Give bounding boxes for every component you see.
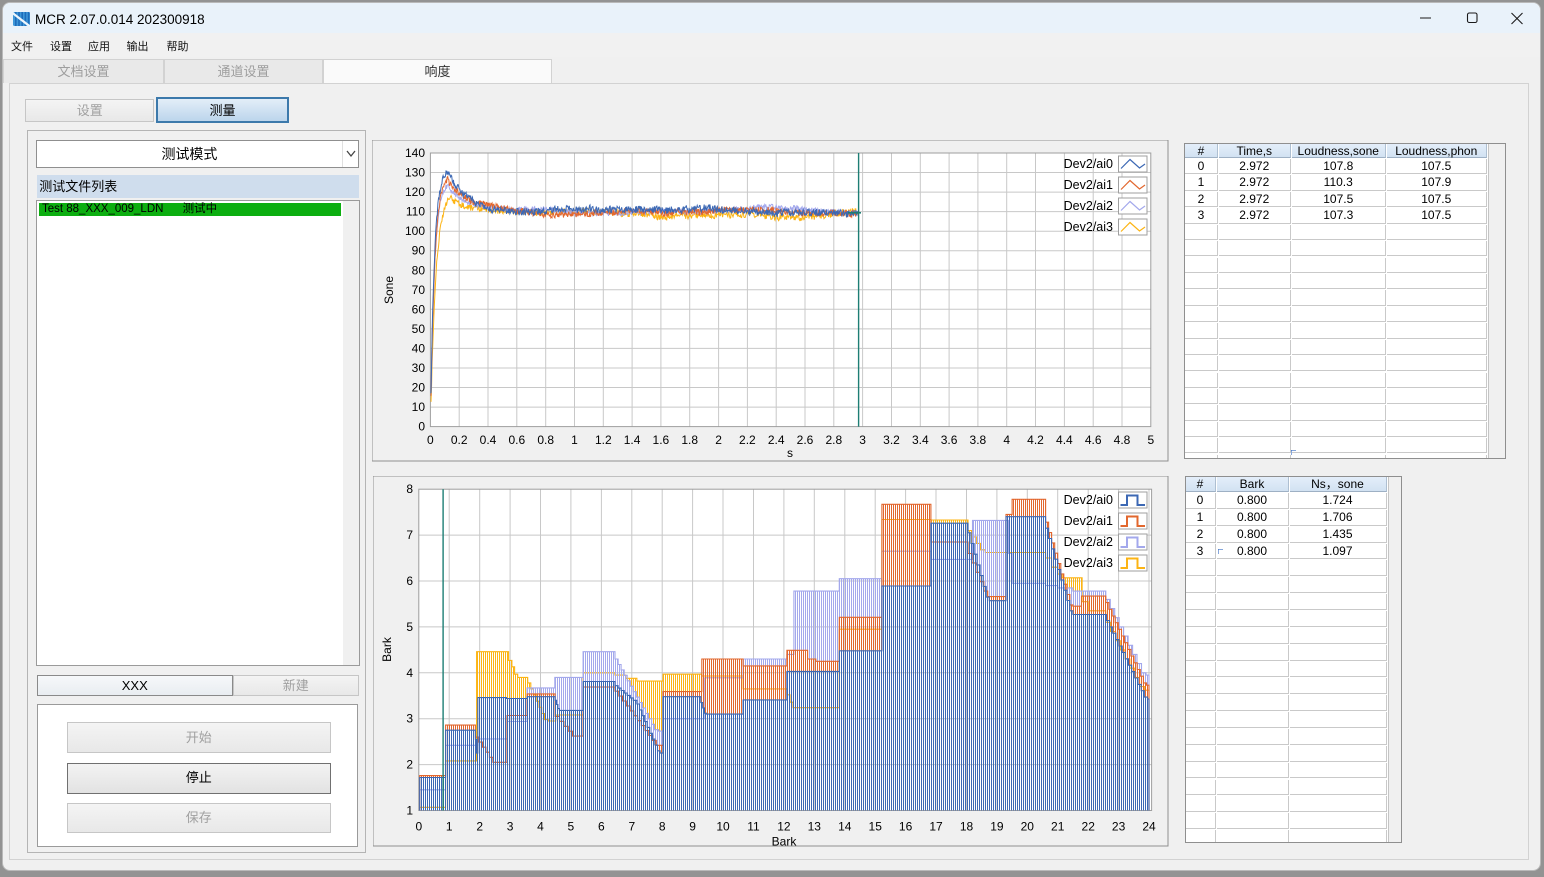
svg-text:60: 60 (412, 302, 426, 316)
svg-text:Dev2/ai0: Dev2/ai0 (1064, 493, 1113, 507)
svg-text:20: 20 (1021, 819, 1035, 833)
svg-text:Sone: Sone (382, 276, 396, 304)
svg-text:70: 70 (412, 283, 426, 297)
svg-text:10: 10 (716, 819, 730, 833)
svg-text:13: 13 (808, 819, 822, 833)
svg-text:40: 40 (412, 341, 426, 355)
svg-text:1: 1 (446, 819, 453, 833)
svg-text:10: 10 (412, 400, 426, 414)
svg-text:2.6: 2.6 (797, 433, 814, 447)
svg-text:18: 18 (960, 819, 974, 833)
svg-text:5: 5 (568, 819, 575, 833)
svg-text:1.6: 1.6 (653, 433, 670, 447)
svg-text:20: 20 (412, 381, 426, 395)
svg-text:9: 9 (689, 819, 696, 833)
svg-text:0.8: 0.8 (537, 433, 554, 447)
svg-text:8: 8 (406, 482, 413, 496)
svg-text:3: 3 (406, 711, 413, 725)
svg-text:Dev2/ai2: Dev2/ai2 (1064, 199, 1113, 213)
svg-text:4: 4 (537, 819, 544, 833)
svg-text:2: 2 (406, 757, 413, 771)
svg-text:1.4: 1.4 (624, 433, 641, 447)
svg-text:1: 1 (571, 433, 578, 447)
svg-text:Dev2/ai1: Dev2/ai1 (1064, 514, 1113, 528)
svg-text:15: 15 (869, 819, 883, 833)
svg-text:140: 140 (405, 146, 425, 160)
svg-text:Bark: Bark (772, 834, 798, 848)
svg-text:11: 11 (747, 819, 760, 833)
svg-text:0: 0 (418, 420, 425, 434)
svg-text:0.4: 0.4 (480, 433, 497, 447)
svg-text:90: 90 (412, 244, 426, 258)
svg-text:3: 3 (507, 819, 514, 833)
svg-text:7: 7 (406, 528, 413, 542)
svg-text:100: 100 (405, 224, 425, 238)
svg-text:5: 5 (406, 619, 413, 633)
svg-text:4.4: 4.4 (1056, 433, 1073, 447)
svg-text:3.2: 3.2 (883, 433, 900, 447)
svg-text:0.6: 0.6 (508, 433, 525, 447)
svg-text:2: 2 (476, 819, 483, 833)
svg-text:7: 7 (628, 819, 635, 833)
svg-text:1: 1 (406, 803, 413, 817)
svg-text:4.2: 4.2 (1027, 433, 1044, 447)
svg-text:30: 30 (412, 361, 426, 375)
svg-text:3.4: 3.4 (912, 433, 929, 447)
svg-text:21: 21 (1051, 819, 1065, 833)
svg-text:Dev2/ai1: Dev2/ai1 (1064, 178, 1113, 192)
svg-text:2.8: 2.8 (825, 433, 842, 447)
svg-text:120: 120 (405, 185, 425, 199)
svg-text:4.6: 4.6 (1085, 433, 1102, 447)
svg-text:Dev2/ai3: Dev2/ai3 (1064, 556, 1113, 570)
svg-text:8: 8 (659, 819, 666, 833)
svg-text:17: 17 (929, 819, 943, 833)
svg-text:0.2: 0.2 (451, 433, 468, 447)
svg-text:2.4: 2.4 (768, 433, 785, 447)
svg-text:5: 5 (1147, 433, 1154, 447)
svg-text:3: 3 (859, 433, 866, 447)
svg-text:22: 22 (1082, 819, 1096, 833)
svg-text:1.8: 1.8 (681, 433, 698, 447)
svg-text:s: s (787, 446, 793, 460)
svg-text:50: 50 (412, 322, 426, 336)
svg-text:6: 6 (406, 574, 413, 588)
svg-text:3.6: 3.6 (941, 433, 958, 447)
svg-text:24: 24 (1142, 819, 1156, 833)
svg-text:3.8: 3.8 (970, 433, 987, 447)
svg-text:80: 80 (412, 263, 426, 277)
svg-text:23: 23 (1112, 819, 1126, 833)
svg-text:2: 2 (715, 433, 722, 447)
svg-text:6: 6 (598, 819, 605, 833)
svg-text:4: 4 (1003, 433, 1010, 447)
svg-text:16: 16 (899, 819, 913, 833)
svg-text:130: 130 (405, 166, 425, 180)
svg-text:Dev2/ai3: Dev2/ai3 (1064, 220, 1113, 234)
svg-text:4.8: 4.8 (1114, 433, 1131, 447)
svg-text:0: 0 (427, 433, 434, 447)
svg-text:Dev2/ai2: Dev2/ai2 (1064, 535, 1113, 549)
svg-text:1.2: 1.2 (595, 433, 612, 447)
svg-text:Dev2/ai0: Dev2/ai0 (1064, 157, 1113, 171)
svg-text:Bark: Bark (380, 636, 394, 662)
svg-text:110: 110 (406, 205, 425, 219)
svg-text:4: 4 (406, 665, 413, 679)
svg-text:19: 19 (990, 819, 1004, 833)
svg-text:14: 14 (838, 819, 852, 833)
svg-text:2.2: 2.2 (739, 433, 756, 447)
svg-text:0: 0 (415, 819, 422, 833)
svg-text:12: 12 (777, 819, 791, 833)
